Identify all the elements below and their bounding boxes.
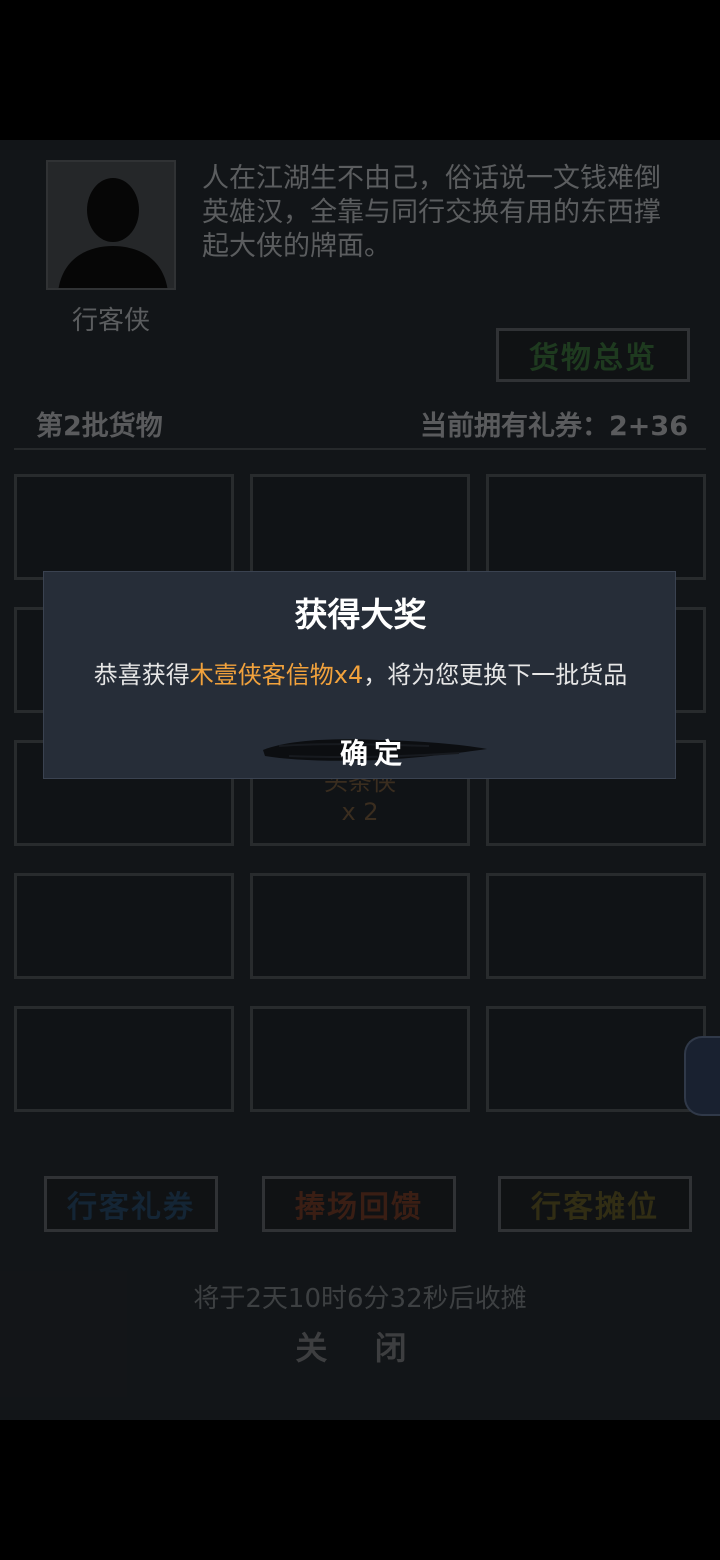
confirm-button[interactable]: 确定 [259, 722, 489, 778]
dialog-message: 恭喜获得木壹侠客信物x4，将为您更换下一批货品 [44, 655, 677, 690]
dialog-reward-item: 木壹侠客信物x4 [189, 661, 364, 689]
confirm-label: 确定 [339, 737, 408, 770]
dialog-title: 获得大奖 [294, 595, 427, 634]
dialog-message-suffix: ，将为您更换下一批货品 [363, 661, 628, 689]
reward-dialog: 获得大奖 恭喜获得木壹侠客信物x4，将为您更换下一批货品 确定 [43, 571, 676, 779]
dialog-message-prefix: 恭喜获得 [93, 661, 190, 689]
modal-overlay [0, 140, 720, 1420]
